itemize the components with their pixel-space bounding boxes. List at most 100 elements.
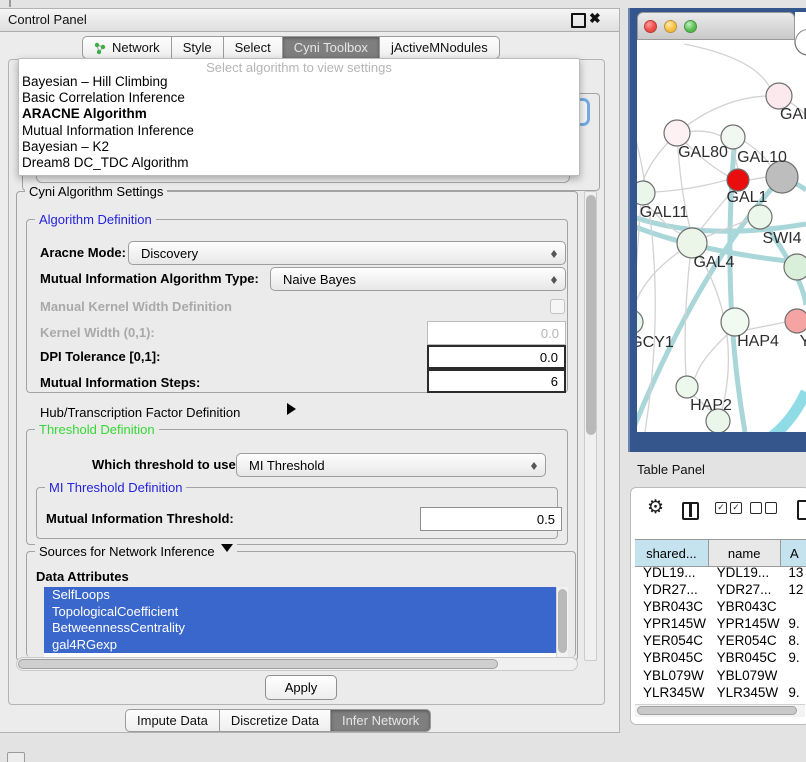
gear-icon[interactable]: ⚙	[647, 496, 664, 519]
network-edge[interactable]	[749, 177, 766, 180]
which-threshold-combo[interactable]: MI Threshold	[236, 453, 546, 477]
network-node[interactable]	[637, 310, 643, 334]
table-cell: YBL079W	[635, 668, 709, 685]
table-cell: YBR043C	[635, 599, 709, 616]
close-traffic-light-icon[interactable]	[644, 20, 657, 33]
network-node[interactable]	[727, 169, 749, 191]
network-node[interactable]	[785, 309, 806, 333]
hub-definition-label[interactable]: Hub/Transcription Factor Definition	[40, 405, 240, 420]
minimize-traffic-light-icon[interactable]	[664, 20, 677, 33]
table-row[interactable]: YBR043CYBR043C	[635, 599, 806, 616]
tab-jactivemnodules[interactable]: jActiveMNodules	[380, 36, 500, 59]
table-row[interactable]: YDL19...YDL19...13	[635, 565, 806, 582]
algorithm-option[interactable]: Bayesian – K2	[22, 139, 576, 155]
network-edge[interactable]	[746, 322, 786, 330]
algorithm-option[interactable]: Mutual Information Inference	[22, 123, 576, 139]
mi-threshold-definition-title: MI Threshold Definition	[45, 480, 186, 495]
tab-infer-network[interactable]: Infer Network	[331, 709, 431, 732]
tab-cyni-toolbox[interactable]: Cyni Toolbox	[283, 36, 380, 59]
manual-kernel-checkbox[interactable]	[550, 299, 565, 314]
attribute-item-selected[interactable]: TopologicalCoefficient	[44, 604, 568, 621]
network-node[interactable]	[748, 205, 772, 229]
table-row[interactable]: YDR27...YDR27...12	[635, 582, 806, 599]
column-header[interactable]: shared...	[635, 540, 709, 566]
network-node[interactable]	[784, 254, 806, 280]
network-graph: GALGAL80GAL10GAL1GAL11SWI4GAL4GCY1HAP4YH…	[637, 40, 806, 432]
attribute-item-selected[interactable]: SelfLoops	[44, 587, 568, 604]
table-cell: YBL079W	[709, 668, 781, 685]
column-header[interactable]: name	[709, 540, 781, 566]
node-label: Y	[800, 333, 806, 350]
dropdown-placeholder: Select algorithm to view settings	[19, 60, 579, 75]
attribute-item-selected[interactable]: gal4RGexp	[44, 637, 568, 654]
manual-kernel-label: Manual Kernel Width Definition	[40, 299, 232, 314]
table-horizontal-scrollbar-thumb[interactable]	[637, 706, 797, 715]
settings-horizontal-scrollbar-thumb[interactable]	[18, 659, 498, 669]
network-node[interactable]	[664, 120, 690, 146]
export-table-icon[interactable]	[797, 500, 806, 520]
close-icon[interactable]: ✖	[589, 10, 601, 27]
tab-label: Infer Network	[342, 713, 419, 728]
tab-select[interactable]: Select	[224, 36, 283, 59]
attribute-item-selected[interactable]: BetweennessCentrality	[44, 620, 568, 637]
table-row[interactable]: YBR045CYBR045C9.	[635, 650, 806, 667]
tab-label: Network	[112, 40, 160, 55]
network-node[interactable]	[795, 40, 806, 55]
settings-group-title: Cyni Algorithm Settings	[25, 184, 167, 199]
network-node[interactable]	[676, 376, 698, 398]
apply-button[interactable]: Apply	[265, 675, 337, 700]
clipped-corner-icon[interactable]	[7, 752, 25, 762]
tab-impute-data[interactable]: Impute Data	[125, 709, 220, 732]
table-row[interactable]: YLR345WYLR345W9.	[635, 685, 806, 702]
spinner-arrows-icon	[551, 272, 558, 288]
network-edge[interactable]	[770, 392, 806, 432]
mi-threshold-field[interactable]	[420, 507, 562, 531]
network-node[interactable]	[637, 181, 655, 205]
table-cell: YBR043C	[709, 599, 781, 616]
settings-vertical-scrollbar-thumb[interactable]	[586, 195, 596, 435]
algorithm-option[interactable]: Dream8 DC_TDC Algorithm	[22, 155, 576, 171]
table-cell: YDL19...	[709, 565, 781, 582]
float-window-icon[interactable]	[571, 13, 586, 28]
table-cell: 13	[780, 565, 806, 582]
mi-steps-field[interactable]	[427, 369, 566, 393]
table-row[interactable]: YER054CYER054C8.	[635, 633, 806, 650]
columns-icon[interactable]	[682, 502, 699, 520]
hide-columns-icon[interactable]	[750, 502, 777, 514]
zoom-traffic-light-icon[interactable]	[684, 20, 697, 33]
algorithm-option[interactable]: Bayesian – Hill Climbing	[22, 74, 576, 90]
table-row[interactable]: YBL079WYBL079W	[635, 668, 806, 685]
network-edge[interactable]	[677, 96, 766, 133]
collapse-down-icon[interactable]	[221, 544, 233, 558]
dpi-tolerance-field[interactable]	[427, 345, 566, 369]
table-cell: YDR27...	[709, 582, 781, 599]
kernel-width-field[interactable]	[427, 321, 566, 345]
tab-label: Select	[235, 40, 271, 55]
mi-threshold-label: Mutual Information Threshold:	[46, 511, 234, 526]
algorithm-option[interactable]: ARACNE Algorithm	[22, 106, 576, 122]
aracne-mode-combo[interactable]: Discovery	[128, 241, 566, 265]
network-edge[interactable]	[637, 251, 680, 311]
mi-type-combo[interactable]: Naive Bayes	[270, 267, 566, 291]
table-cell	[780, 668, 806, 685]
tab-style[interactable]: Style	[172, 36, 224, 59]
attributes-scrollbar-thumb[interactable]	[558, 589, 567, 653]
threshold-definition-title: Threshold Definition	[35, 422, 159, 437]
tab-label: Style	[183, 40, 212, 55]
network-edge[interactable]	[655, 180, 727, 192]
tab-discretize-data[interactable]: Discretize Data	[220, 709, 331, 732]
show-columns-icon[interactable]: ✓✓	[715, 502, 742, 514]
network-window-titlebar[interactable]	[637, 12, 795, 40]
table-row[interactable]: YPR145WYPR145W9.	[635, 616, 806, 633]
network-view-canvas[interactable]: GALGAL80GAL10GAL1GAL11SWI4GAL4GCY1HAP4YH…	[637, 40, 806, 432]
tab-network[interactable]: Network	[82, 36, 172, 59]
algorithm-option[interactable]: Basic Correlation Inference	[22, 90, 576, 106]
expand-right-icon[interactable]	[287, 403, 302, 415]
background-window-fragment	[795, 12, 806, 40]
network-edge[interactable]	[695, 334, 728, 378]
table-cell: 9.	[780, 616, 806, 633]
network-node[interactable]	[721, 308, 749, 336]
kernel-width-label: Kernel Width (0,1):	[40, 325, 155, 340]
network-edge[interactable]	[684, 44, 770, 88]
column-header[interactable]: A	[781, 540, 806, 566]
